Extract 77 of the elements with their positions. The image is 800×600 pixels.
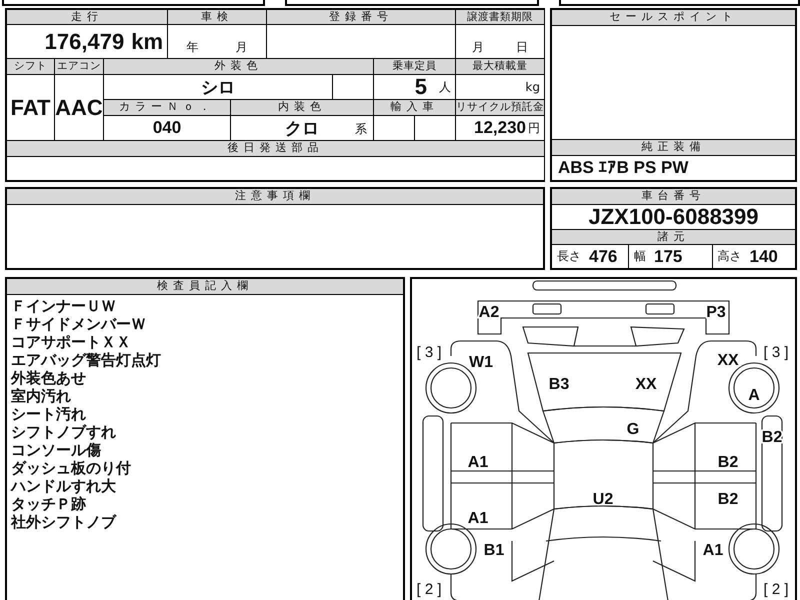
- max-load-label: 最大積載量: [456, 59, 544, 74]
- damage-code: A1: [468, 454, 488, 471]
- spec-label: 長さ: [557, 248, 581, 265]
- transfer-deadline-label: 譲渡書類期限: [456, 10, 544, 24]
- mileage-label: 走行: [7, 10, 167, 24]
- spec-label: 幅: [634, 248, 646, 265]
- damage-code: U2: [592, 491, 614, 508]
- color-number-value: 040: [152, 118, 182, 138]
- interior-color-label: 内装色: [231, 100, 373, 115]
- inspector-note: コアサポートＸＸ: [11, 333, 131, 351]
- damage-code: XX: [635, 376, 657, 393]
- inspector-note: タッチＰ跡: [11, 495, 86, 513]
- mileage-unit: km: [131, 28, 163, 54]
- aircon-value: AAC: [55, 94, 103, 120]
- chassis-number-value: JZX100-6088399: [588, 204, 759, 230]
- capacity-unit: 人: [439, 79, 451, 96]
- recycle-fee-label: リサイクル預託金: [456, 100, 544, 115]
- standard-equipment-value: ABS ｴｱB PS PW: [558, 158, 688, 178]
- damage-code: P3: [706, 304, 726, 321]
- exterior-color-value: シロ: [201, 76, 235, 98]
- damage-code: B1: [484, 542, 504, 559]
- spec-label: 高さ: [718, 248, 742, 265]
- inspector-note: ダッシュ板のり付: [11, 459, 131, 477]
- inspector-note: ハンドルすれ大: [11, 477, 116, 495]
- inspection-label: 車検: [168, 10, 266, 24]
- inspector-note: ＦインナーＵＷ: [11, 297, 116, 315]
- shift-value: FAT: [10, 94, 50, 120]
- interior-color-value: クロ: [285, 118, 319, 140]
- damage-code: XX: [717, 352, 739, 369]
- damage-code: B3: [548, 376, 570, 393]
- recycle-fee-value: 12,230: [474, 118, 526, 138]
- day-label: 日: [516, 39, 528, 56]
- standard-equipment-label: 純正装備: [552, 140, 795, 155]
- inspector-note: 社外シフトノブ: [11, 513, 116, 531]
- month-label: 月: [472, 39, 484, 56]
- capacity-label: 乗車定員: [374, 59, 455, 74]
- recycle-fee-unit: 円: [528, 120, 540, 136]
- registration-label: 登録番号: [267, 10, 455, 24]
- tire-grade: [ 2 ]: [764, 581, 788, 598]
- notes-label: 注意事項欄: [7, 189, 543, 204]
- inspector-note: ＦサイドメンバーＷ: [11, 315, 146, 333]
- damage-code: B2: [718, 454, 738, 471]
- damage-code: A2: [478, 304, 500, 321]
- damage-code: A1: [468, 510, 488, 527]
- damage-code: G: [626, 421, 640, 438]
- inspector-note: 外装色あせ: [11, 369, 86, 387]
- inspector-note: コンソール傷: [11, 441, 101, 459]
- color-number-label: カラーＮｏ．: [104, 100, 230, 115]
- damage-code: A: [748, 387, 760, 404]
- tire-grade: [ 3 ]: [416, 344, 442, 361]
- spec-value: 140: [750, 246, 778, 266]
- aircon-label: エアコン: [55, 59, 103, 74]
- specs-label: 諸元: [552, 230, 795, 244]
- spec-value: 175: [654, 246, 682, 266]
- import-label: 輸入車: [374, 100, 455, 115]
- damage-code: A1: [702, 542, 724, 559]
- tire-grade: [ 2 ]: [416, 581, 442, 598]
- mileage-value: 176,479: [44, 28, 124, 54]
- damage-code: B2: [718, 491, 738, 508]
- exterior-color-label: 外装色: [104, 59, 373, 74]
- damage-code: W1: [469, 354, 493, 371]
- month-label: 月: [236, 39, 248, 56]
- year-label: 年: [186, 39, 198, 56]
- later-parts-label: 後日発送部品: [7, 141, 544, 156]
- spec-value: 476: [589, 246, 618, 266]
- capacity-value: 5: [414, 74, 427, 100]
- tire-grade: [ 3 ]: [764, 344, 788, 361]
- shift-label: シフト: [7, 59, 54, 74]
- interior-color-suffix: 系: [355, 121, 367, 138]
- inspector-note: シフトノブすれ: [11, 423, 116, 441]
- inspector-note: エアバッグ警告灯点灯: [11, 351, 161, 369]
- inspector-note: 室内汚れ: [11, 387, 71, 405]
- inspector-notes-label: 検査員記入欄: [7, 279, 403, 294]
- sales-point-label: セールスポイント: [552, 10, 795, 25]
- inspector-note: シート汚れ: [11, 405, 86, 423]
- chassis-number-label: 車台番号: [552, 189, 795, 204]
- max-load-unit: kg: [525, 80, 540, 94]
